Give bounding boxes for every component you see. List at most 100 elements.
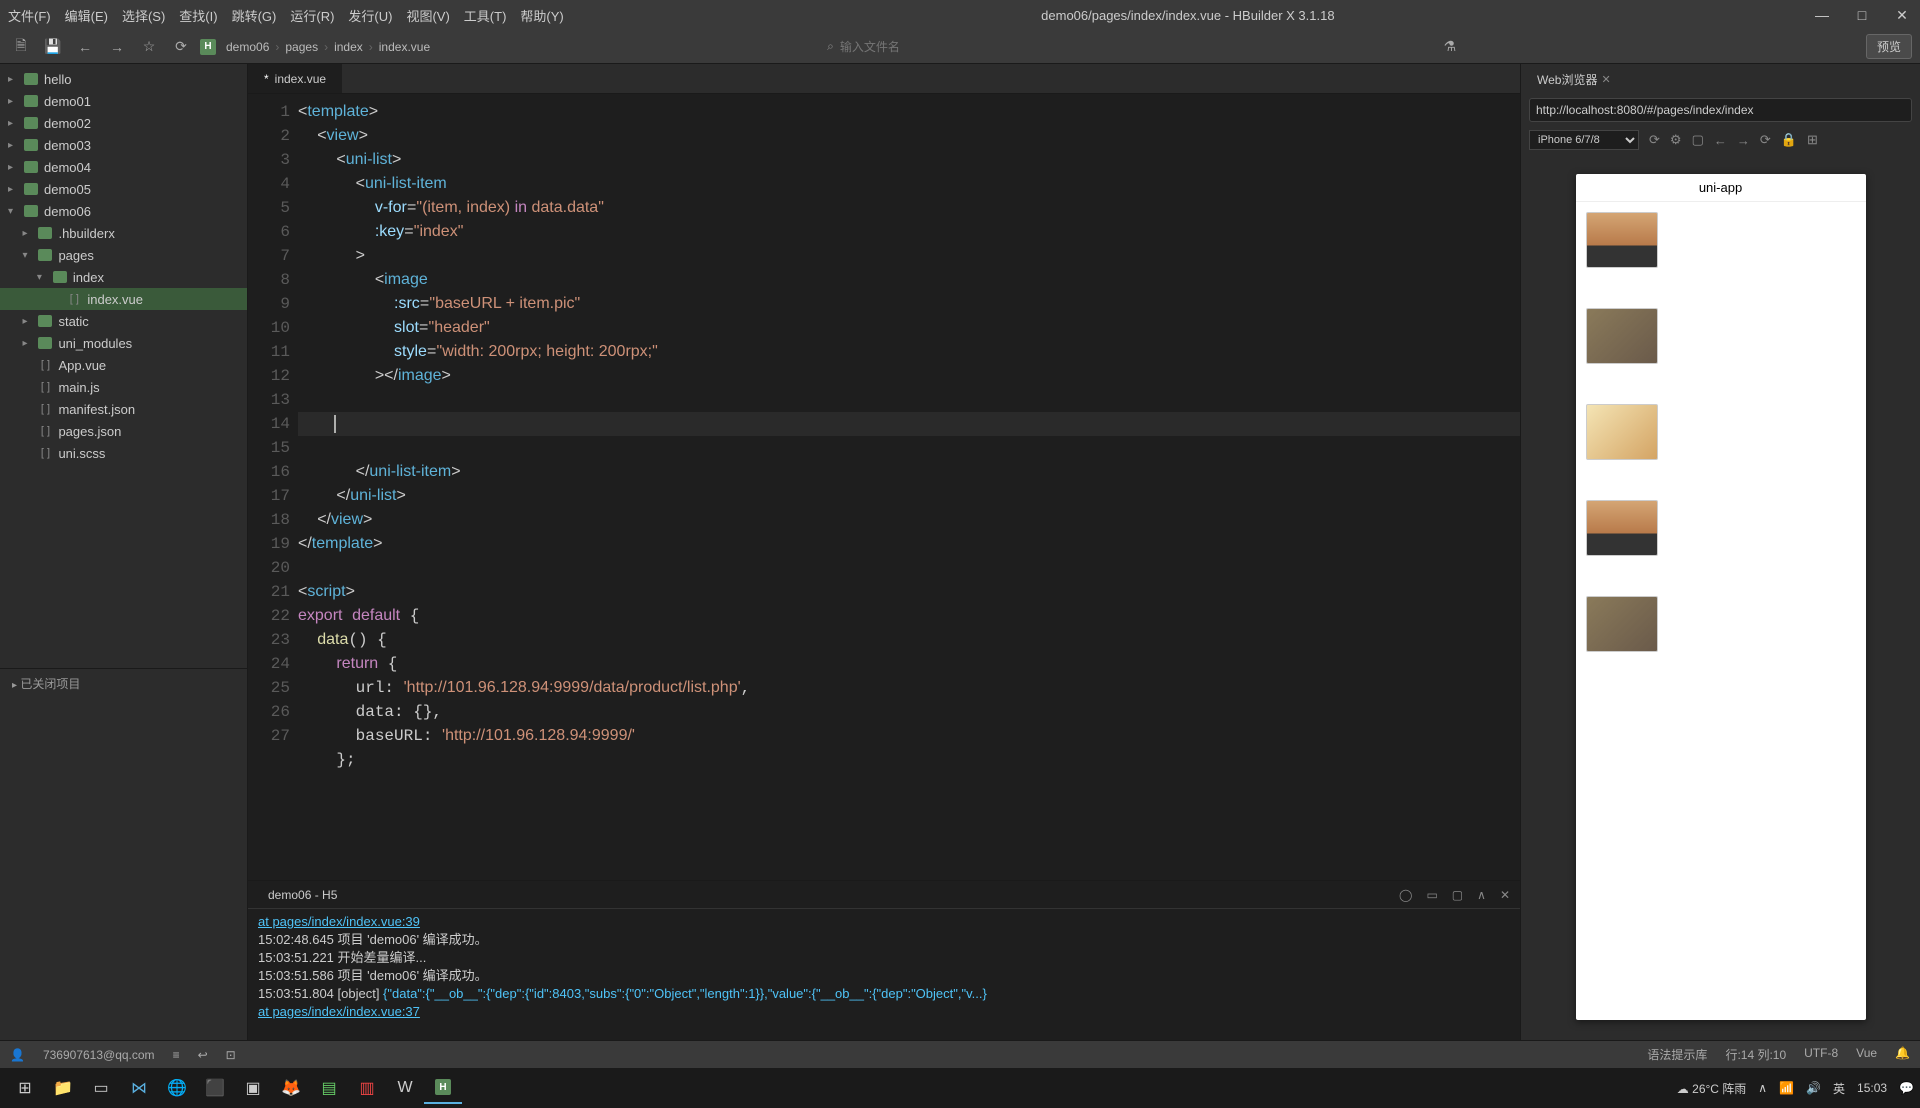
code-editor[interactable]: 1234567891011121314151617181920212223242… [248,94,1520,880]
stop-icon[interactable]: ◯ [1399,888,1412,902]
new-file-icon[interactable]: 🗎 [8,34,34,60]
user-icon[interactable]: 👤 [10,1048,25,1062]
search-input[interactable] [840,40,1040,54]
reload-icon[interactable]: ⟳ [1649,132,1660,148]
tree-folder[interactable]: ▸demo03 [0,134,247,156]
nav-forward-icon[interactable]: → [1737,133,1750,148]
status-lang[interactable]: Vue [1856,1046,1877,1063]
vscode-icon[interactable]: ⋈ [120,1072,158,1104]
back-icon[interactable]: ← [72,34,98,60]
weather-widget[interactable]: ☁ 26°C 阵雨 [1677,1080,1747,1097]
menu-view[interactable]: 视图(V) [406,6,449,25]
console-icon[interactable]: ⊡ [226,1048,236,1062]
list-item[interactable] [1586,404,1856,460]
tray-chevron-icon[interactable]: ∧ [1758,1081,1767,1095]
menu-find[interactable]: 查找(I) [179,6,217,25]
tree-folder[interactable]: ▾index [0,266,247,288]
menu-goto[interactable]: 跳转(G) [232,6,277,25]
ime-icon[interactable]: 英 [1833,1080,1845,1097]
tree-folder[interactable]: ▸demo02 [0,112,247,134]
menu-tools[interactable]: 工具(T) [464,6,507,25]
status-syntax[interactable]: 语法提示库 [1647,1046,1707,1063]
closed-projects[interactable]: ▸ 已关闭项目 [0,668,247,698]
refresh-icon[interactable]: ⟳ [168,34,194,60]
network-icon[interactable]: 📶 [1779,1081,1794,1095]
nav-back-icon[interactable]: ← [1714,133,1727,148]
minimize-icon[interactable]: — [1812,7,1832,24]
code-content[interactable]: <template> <view> <uni-list> <uni-list-i… [298,94,1520,880]
explorer-icon[interactable]: 📁 [44,1072,82,1104]
terminal-tab[interactable]: demo06 - H5 [258,884,347,906]
volume-icon[interactable]: 🔊 [1806,1081,1821,1095]
tree-file[interactable]: [ ]uni.scss [0,442,247,464]
tree-file[interactable]: [ ]index.vue [0,288,247,310]
app-icon[interactable]: ▥ [348,1072,386,1104]
menu-file[interactable]: 文件(F) [8,6,51,25]
clear-icon[interactable]: ▭ [1426,888,1437,902]
status-user[interactable]: 736907613@qq.com [43,1048,155,1062]
notifications-icon[interactable]: 💬 [1899,1081,1914,1095]
qr-icon[interactable]: ⊞ [1807,132,1818,148]
app-icon[interactable]: W [386,1072,424,1104]
device-select[interactable]: iPhone 6/7/8 [1529,130,1639,150]
status-encoding[interactable]: UTF-8 [1804,1046,1838,1063]
tree-folder[interactable]: ▸static [0,310,247,332]
save-icon[interactable]: 💾 [40,34,66,60]
tree-folder[interactable]: ▸demo01 [0,90,247,112]
chrome-icon[interactable]: 🌐 [158,1072,196,1104]
app-icon[interactable]: ⬛ [196,1072,234,1104]
tree-folder[interactable]: ▸demo04 [0,156,247,178]
tree-folder[interactable]: ▸uni_modules [0,332,247,354]
filter-icon[interactable]: ⚗ [1437,34,1463,60]
notification-icon[interactable]: 🔔 [1895,1046,1910,1063]
breadcrumb-item[interactable]: index.vue [379,40,430,54]
list-item[interactable] [1586,596,1856,652]
preview-tab[interactable]: Web浏览器 ✕ [1529,67,1619,92]
terminal-output[interactable]: at pages/index/index.vue:3915:02:48.645 … [248,909,1520,1040]
editor-tab[interactable]: * index.vue [248,64,342,93]
firefox-icon[interactable]: 🦊 [272,1072,310,1104]
app-icon[interactable]: ▣ [234,1072,272,1104]
close-tab-icon[interactable]: ✕ [1601,73,1610,86]
list-item[interactable] [1586,308,1856,364]
tree-folder[interactable]: ▸.hbuilderx [0,222,247,244]
tree-folder[interactable]: ▸demo05 [0,178,247,200]
hbuilder-taskbar-icon[interactable]: H [424,1072,462,1104]
tree-file[interactable]: [ ]main.js [0,376,247,398]
wrap-icon[interactable]: ↩ [198,1048,208,1062]
menu-edit[interactable]: 编辑(E) [65,6,108,25]
tree-folder[interactable]: ▾pages [0,244,247,266]
tree-folder[interactable]: ▸hello [0,68,247,90]
url-input[interactable] [1529,98,1912,122]
tree-file[interactable]: [ ]manifest.json [0,398,247,420]
menu-publish[interactable]: 发行(U) [348,6,392,25]
export-icon[interactable]: ▢ [1452,888,1463,902]
maximize-icon[interactable]: □ [1852,7,1872,24]
preview-button[interactable]: 预览 [1866,34,1912,59]
list-item[interactable] [1586,212,1856,268]
breadcrumb-item[interactable]: demo06 [226,40,269,54]
start-icon[interactable]: ⊞ [6,1072,44,1104]
clock[interactable]: 15:03 [1857,1081,1887,1095]
tree-file[interactable]: [ ]pages.json [0,420,247,442]
list-item[interactable] [1586,500,1856,556]
close-icon[interactable]: ✕ [1892,7,1912,24]
tree-folder[interactable]: ▾demo06 [0,200,247,222]
screenshot-icon[interactable]: ▢ [1692,132,1704,148]
menu-help[interactable]: 帮助(Y) [520,6,563,25]
menu-run[interactable]: 运行(R) [290,6,334,25]
indent-icon[interactable]: ≡ [173,1048,180,1062]
tree-file[interactable]: [ ]App.vue [0,354,247,376]
menu-select[interactable]: 选择(S) [122,6,165,25]
phone-body[interactable] [1576,202,1866,702]
collapse-icon[interactable]: ∧ [1477,888,1486,902]
expand-icon[interactable]: ✕ [1500,888,1510,902]
app-icon[interactable]: ▭ [82,1072,120,1104]
app-icon[interactable]: ▤ [310,1072,348,1104]
bookmark-icon[interactable]: ☆ [136,34,162,60]
devtools-icon[interactable]: ⚙ [1670,132,1682,148]
search-icon[interactable]: ⌕ [827,39,834,54]
nav-reload-icon[interactable]: ⟳ [1760,132,1771,148]
lock-icon[interactable]: 🔒 [1781,132,1797,148]
forward-icon[interactable]: → [104,34,130,60]
